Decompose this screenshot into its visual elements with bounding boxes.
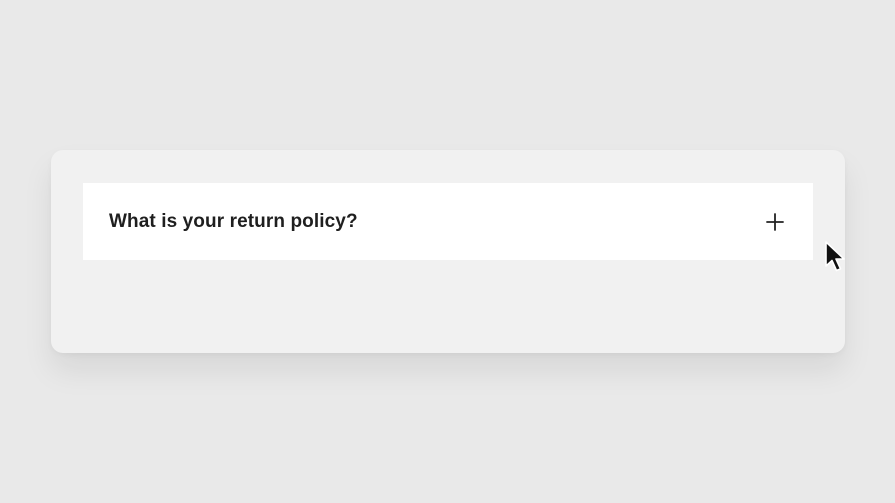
faq-accordion-panel: What is your return policy?: [51, 150, 845, 353]
faq-question-text: What is your return policy?: [109, 210, 358, 232]
faq-item-return-policy[interactable]: What is your return policy?: [83, 183, 813, 260]
mouse-pointer-icon: [825, 241, 845, 272]
expand-button[interactable]: [765, 212, 785, 232]
plus-icon: [766, 212, 784, 231]
